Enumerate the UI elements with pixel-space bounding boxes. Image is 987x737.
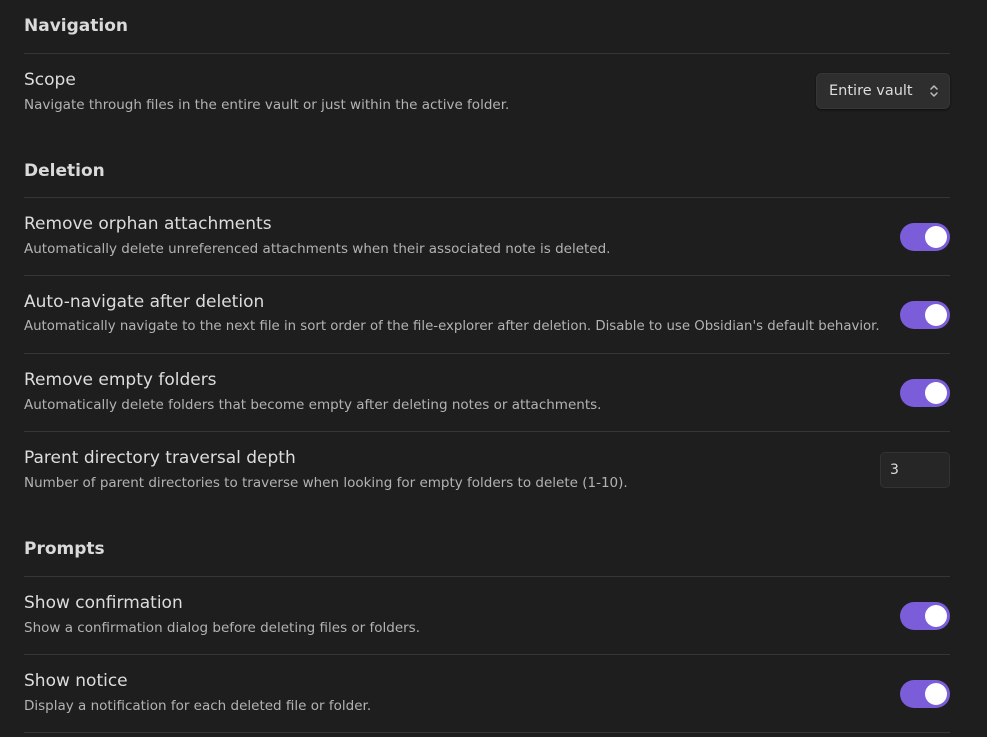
setting-name: Auto-navigate after deletion: [24, 292, 265, 312]
setting-name: Show notice: [24, 671, 128, 691]
setting-description: Display a notification for each deleted …: [24, 698, 372, 714]
setting-name: Remove orphan attachments: [24, 214, 272, 234]
divider: [24, 353, 950, 354]
settings-page: Navigation Scope Navigate through files …: [0, 0, 987, 737]
divider: [24, 53, 950, 54]
setting-name: Scope: [24, 70, 76, 90]
setting-description: Automatically delete unreferenced attach…: [24, 241, 611, 257]
scope-dropdown[interactable]: Entire vault: [816, 73, 950, 109]
remove-orphan-attachments-toggle[interactable]: [900, 223, 950, 251]
setting-description: Automatically delete folders that become…: [24, 397, 602, 413]
divider: [24, 576, 950, 577]
setting-name: Remove empty folders: [24, 370, 217, 390]
setting-name: Parent directory traversal depth: [24, 448, 296, 468]
section-heading-navigation: Navigation: [24, 16, 128, 36]
toggle-knob: [925, 226, 947, 248]
setting-description: Automatically navigate to the next file …: [24, 319, 880, 334]
auto-navigate-toggle[interactable]: [900, 301, 950, 329]
traversal-depth-input[interactable]: [880, 452, 950, 488]
divider: [24, 197, 950, 198]
setting-name: Show confirmation: [24, 593, 183, 613]
show-confirmation-toggle[interactable]: [900, 602, 950, 630]
setting-description: Number of parent directories to traverse…: [24, 475, 628, 491]
toggle-knob: [925, 683, 947, 705]
scope-dropdown-value: Entire vault: [829, 83, 913, 99]
section-heading-deletion: Deletion: [24, 161, 105, 181]
section-heading-prompts: Prompts: [24, 539, 105, 559]
toggle-knob: [925, 605, 947, 627]
show-notice-toggle[interactable]: [900, 680, 950, 708]
chevron-up-down-icon: [930, 85, 938, 97]
divider: [24, 654, 950, 655]
remove-empty-folders-toggle[interactable]: [900, 379, 950, 407]
setting-description: Navigate through files in the entire vau…: [24, 97, 510, 113]
divider: [24, 732, 950, 733]
toggle-knob: [925, 382, 947, 404]
toggle-knob: [925, 304, 947, 326]
setting-description: Show a confirmation dialog before deleti…: [24, 620, 421, 636]
divider: [24, 275, 950, 276]
divider: [24, 431, 950, 432]
